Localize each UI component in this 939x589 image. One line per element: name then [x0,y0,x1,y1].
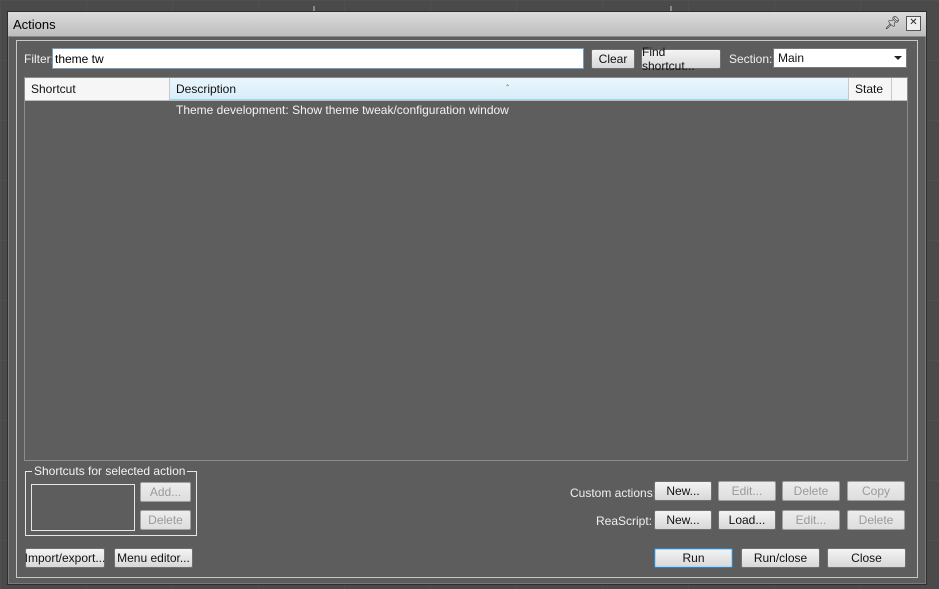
reascript-delete-button[interactable]: Delete [847,510,905,530]
title-bar[interactable]: Actions 📌︎ ✕ [8,12,926,37]
row-description: Theme development: Show theme tweak/conf… [176,103,509,117]
sort-ascending-icon: ‸ [506,76,510,86]
column-header-state[interactable]: State [849,78,892,100]
list-item[interactable]: Theme development: Show theme tweak/conf… [25,101,907,119]
close-button[interactable]: Close [827,548,906,568]
section-select[interactable]: Main [773,48,907,68]
reascript-load-button[interactable]: Load... [718,510,776,530]
menu-editor-button[interactable]: Menu editor... [114,548,193,568]
reascript-label: ReaScript: [596,514,653,528]
filter-input[interactable] [52,48,584,69]
shortcuts-group-title: Shortcuts for selected action [32,464,188,478]
list-header: Shortcut Description ‸ State [25,76,907,101]
clear-button[interactable]: Clear [591,49,635,69]
close-icon[interactable]: ✕ [906,16,921,31]
add-shortcut-button[interactable]: Add... [140,482,191,502]
shortcut-list[interactable] [31,484,135,531]
chevron-down-icon [894,56,902,60]
delete-shortcut-button[interactable]: Delete [140,510,191,530]
actions-list[interactable]: Shortcut Description ‸ State Theme devel… [24,76,908,461]
import-export-button[interactable]: Import/export... [25,548,105,568]
reascript-new-button[interactable]: New... [654,510,712,530]
section-label: Section: [729,52,773,66]
window-title: Actions [13,17,56,32]
custom-action-new-button[interactable]: New... [654,481,712,501]
custom-action-edit-button[interactable]: Edit... [718,481,776,501]
column-header-description-label: Description [176,82,237,96]
run-close-button[interactable]: Run/close [741,548,820,568]
custom-actions-label: Custom actions: [570,486,657,500]
column-header-shortcut[interactable]: Shortcut [25,78,170,100]
column-header-description[interactable]: Description ‸ [170,76,849,100]
custom-action-delete-button[interactable]: Delete [782,481,840,501]
custom-action-copy-button[interactable]: Copy [847,481,905,501]
run-button[interactable]: Run [654,548,733,568]
filter-label: Filter: [24,52,54,66]
reascript-edit-button[interactable]: Edit... [782,510,840,530]
pin-icon[interactable]: 📌︎ [884,16,901,30]
find-shortcut-button[interactable]: Find shortcut... [641,45,721,73]
section-selected-value: Main [778,51,805,65]
